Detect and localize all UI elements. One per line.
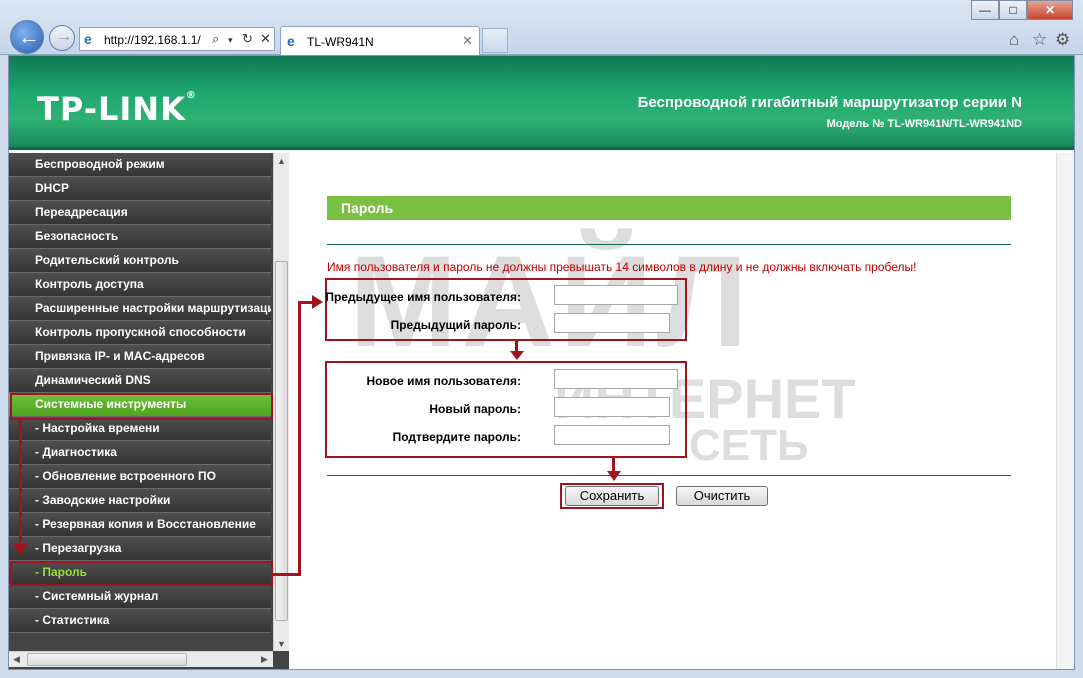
sidebar-item-reboot[interactable]: - Перезагрузка	[9, 537, 271, 561]
dropdown-icon[interactable]: ▾	[228, 35, 233, 46]
arrow-down-icon	[510, 351, 524, 360]
close-tab-icon[interactable]: ✕	[462, 33, 473, 49]
forward-button[interactable]: →	[49, 25, 75, 51]
refresh-icon[interactable]: ↻	[242, 31, 253, 47]
new-password-field[interactable]	[554, 397, 670, 417]
sidebar-item-ddns[interactable]: Динамический DNS	[9, 369, 271, 393]
confirm-password-field[interactable]	[554, 425, 670, 445]
hscroll-thumb[interactable]	[27, 653, 187, 666]
search-icon[interactable]: ⌕	[212, 31, 219, 47]
sidebar-item-system-log[interactable]: - Системный журнал	[9, 585, 271, 609]
address-bar[interactable]: e http://192.168.1.1/ ⌕ ▾ ↻ ✕	[79, 27, 275, 51]
maximize-button[interactable]: □	[999, 0, 1027, 20]
sidebar-item-advanced-routing[interactable]: Расширенные настройки маршрутизации	[9, 297, 271, 321]
tools-gear-icon[interactable]: ⚙	[1055, 30, 1070, 50]
arrow-right-icon	[312, 295, 323, 309]
confirm-password-label: Подтвердите пароль:	[392, 430, 521, 444]
sidebar-item-ip-mac-binding[interactable]: Привязка IP- и MAC-адресов	[9, 345, 271, 369]
sidebar-item-security[interactable]: Безопасность	[9, 225, 271, 249]
tab-title: TL-WR941N	[307, 35, 374, 49]
home-icon[interactable]: ⌂	[1009, 30, 1019, 50]
header-title: Беспроводной гигабитный маршрутизатор се…	[637, 94, 1022, 111]
back-arrow-icon: ←	[18, 24, 40, 49]
old-password-label: Предыдущий пароль:	[390, 318, 521, 332]
connector-vertical	[298, 301, 301, 576]
sidebar-item-statistics[interactable]: - Статистика	[9, 609, 271, 633]
connector-horizontal	[273, 573, 301, 576]
divider-top	[327, 244, 1011, 245]
scroll-thumb[interactable]	[275, 261, 288, 621]
sidebar-item-forwarding[interactable]: Переадресация	[9, 201, 271, 225]
back-button[interactable]: ←	[10, 20, 44, 54]
sidebar-item-firmware-upgrade[interactable]: - Обновление встроенного ПО	[9, 465, 271, 489]
save-button[interactable]: Сохранить	[565, 486, 659, 506]
arrow-down-icon	[13, 544, 27, 555]
new-username-field[interactable]	[554, 369, 678, 389]
forward-arrow-icon: →	[56, 28, 72, 45]
sidebar-item-wireless[interactable]: Беспроводной режим	[9, 153, 271, 177]
warning-text: Имя пользователя и пароль не должны прев…	[327, 260, 917, 274]
sidebar-item-factory-defaults[interactable]: - Заводские настройки	[9, 489, 271, 513]
sidebar-horizontal-scrollbar[interactable]: ◀ ▶	[9, 651, 273, 667]
ie-tab-icon: e	[287, 33, 295, 49]
sidebar-vertical-scrollbar[interactable]: ▲ ▼	[273, 153, 289, 651]
browser-chrome: ← → e http://192.168.1.1/ ⌕ ▾ ↻ ✕ e TL-W…	[0, 0, 1083, 55]
stop-icon[interactable]: ✕	[260, 31, 271, 47]
scroll-down-icon[interactable]: ▼	[277, 639, 286, 649]
tab-router[interactable]: e TL-WR941N ✕	[280, 26, 480, 55]
scroll-left-icon[interactable]: ◀	[13, 654, 20, 665]
new-password-label: Новый пароль:	[429, 402, 521, 416]
main-content: Пароль Имя пользователя и пароль не долж…	[292, 153, 1052, 669]
minimize-button[interactable]: —	[971, 0, 999, 20]
sidebar-item-access-control[interactable]: Контроль доступа	[9, 273, 271, 297]
old-password-field[interactable]	[554, 313, 670, 333]
sidebar-item-backup-restore[interactable]: - Резервная копия и Восстановление	[9, 513, 271, 537]
divider-bottom	[327, 475, 1011, 476]
ie-icon: e	[84, 31, 92, 47]
sidebar-item-time-settings[interactable]: - Настройка времени	[9, 417, 271, 441]
address-text: http://192.168.1.1/	[104, 33, 201, 47]
clear-button[interactable]: Очистить	[676, 486, 768, 506]
arrow-system-tools-down	[19, 420, 22, 546]
new-username-label: Новое имя пользователя:	[366, 374, 521, 388]
favorites-star-icon[interactable]: ☆	[1032, 30, 1047, 50]
scroll-up-icon[interactable]: ▲	[277, 156, 286, 166]
page-vertical-scrollbar[interactable]	[1056, 153, 1074, 669]
sidebar-item-dhcp[interactable]: DHCP	[9, 177, 271, 201]
tp-link-logo: TP-LINK®	[37, 90, 197, 128]
highlight-password-item	[10, 561, 273, 586]
arrow-down-icon	[607, 471, 621, 481]
sidebar-item-parental-control[interactable]: Родительский контроль	[9, 249, 271, 273]
sidebar-item-diagnostics[interactable]: - Диагностика	[9, 441, 271, 465]
section-header: Пароль	[327, 196, 1011, 220]
header-model: Модель № TL-WR941N/TL-WR941ND	[826, 118, 1022, 130]
section-title: Пароль	[341, 200, 394, 216]
close-window-button[interactable]: ✕	[1027, 0, 1073, 20]
router-header: TP-LINK® Беспроводной гигабитный маршрут…	[9, 56, 1074, 150]
page-viewport: TP-LINK® Беспроводной гигабитный маршрут…	[8, 55, 1075, 670]
sidebar-item-bandwidth-control[interactable]: Контроль пропускной способности	[9, 321, 271, 345]
scroll-right-icon[interactable]: ▶	[261, 654, 268, 665]
new-tab-button[interactable]	[482, 28, 508, 53]
old-username-label: Предыдущее имя пользователя:	[325, 290, 521, 304]
highlight-system-tools	[10, 393, 273, 420]
old-username-field[interactable]	[554, 285, 678, 305]
